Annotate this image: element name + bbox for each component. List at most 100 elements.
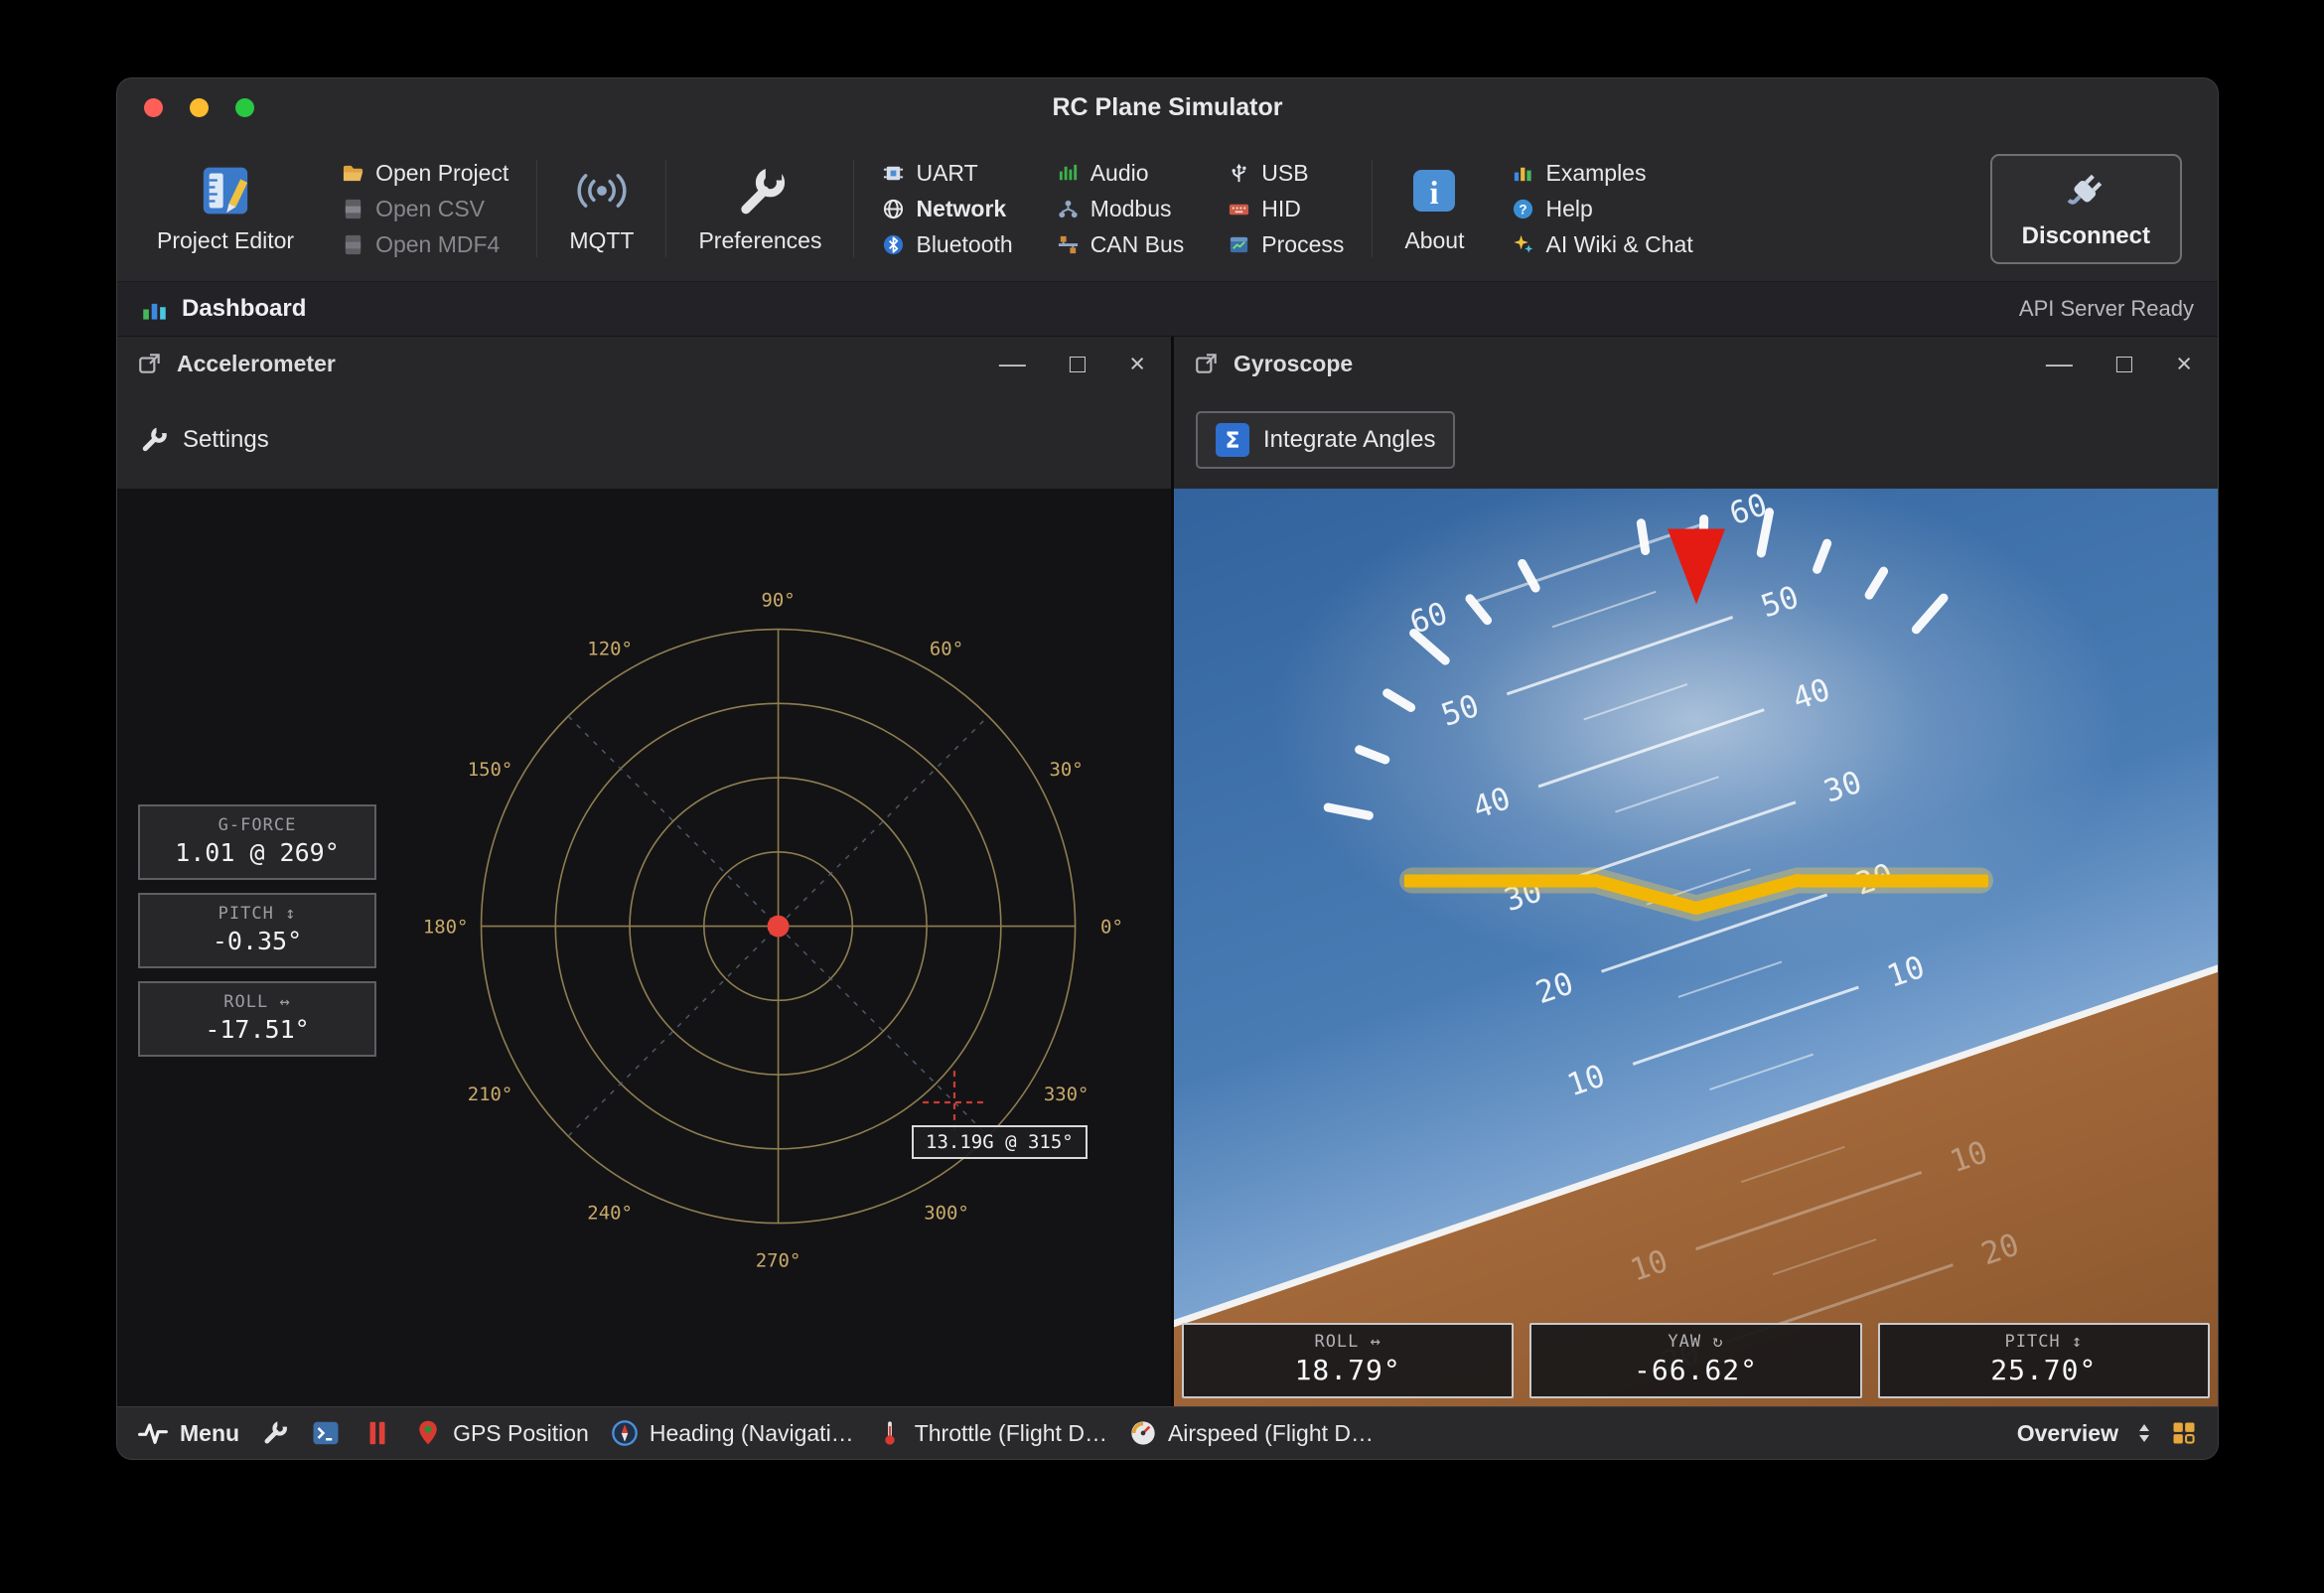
close-panel-icon[interactable]: × — [1129, 351, 1145, 377]
ai-wiki-chat-button[interactable]: AI Wiki & Chat — [1512, 231, 1692, 258]
close-panel-icon[interactable]: × — [2176, 351, 2192, 377]
mqtt-label: MQTT — [569, 227, 634, 254]
attitude-indicator: 10102020303040405050606010102020 — [1174, 489, 2218, 1406]
minimize-panel-icon[interactable]: — — [999, 351, 1026, 377]
gyroscope-toolbar: Σ Integrate Angles — [1174, 390, 2218, 489]
canbus-button[interactable]: CAN Bus — [1057, 231, 1185, 258]
tools-wrench-icon[interactable] — [261, 1419, 289, 1447]
heading-item[interactable]: Heading (Navigati… — [611, 1419, 854, 1447]
layout-grid-icon[interactable] — [2170, 1419, 2198, 1447]
ai-wiki-chat-label: AI Wiki & Chat — [1545, 231, 1692, 258]
open-csv-button[interactable]: Open CSV — [342, 196, 508, 222]
thermometer-icon — [876, 1419, 904, 1447]
main-toolbar: Project Editor Open Project Open CSV Ope… — [117, 136, 2218, 281]
mqtt-button[interactable]: MQTT — [543, 163, 659, 254]
heading-label: Heading (Navigati… — [650, 1420, 854, 1447]
yaw-value: -66.62° — [1531, 1354, 1859, 1386]
overview-controls: Overview — [2017, 1419, 2198, 1447]
open-project-label: Open Project — [375, 160, 508, 187]
bluetooth-button[interactable]: Bluetooth — [882, 231, 1012, 258]
sigma-icon: Σ — [1216, 423, 1249, 457]
maximize-panel-icon[interactable]: □ — [2116, 351, 2132, 377]
examples-chart-icon — [1512, 162, 1534, 185]
popout-icon — [1194, 351, 1220, 376]
about-info-icon: i — [1406, 163, 1462, 218]
close-window-button[interactable] — [144, 98, 163, 117]
preferences-button[interactable]: Preferences — [672, 163, 847, 254]
roll-readout: ROLL ↔ 18.79° — [1182, 1323, 1514, 1398]
pitch-readout: PITCH ↕ 25.70° — [1878, 1323, 2210, 1398]
wrench-icon — [732, 163, 788, 218]
accelerometer-header[interactable]: Accelerometer — □ × — [117, 337, 1171, 390]
uart-label: UART — [916, 160, 977, 187]
audio-equalizer-icon — [1057, 162, 1080, 185]
uart-button[interactable]: UART — [882, 160, 1012, 187]
gyroscope-header[interactable]: Gyroscope — □ × — [1174, 337, 2218, 390]
gyroscope-panel: Gyroscope — □ × Σ Integrate Angles — [1174, 337, 2218, 1406]
settings-button[interactable]: Settings — [139, 425, 269, 455]
maximize-panel-icon[interactable]: □ — [1070, 351, 1086, 377]
menu-button[interactable]: Menu — [137, 1417, 239, 1449]
roll-value: -17.51° — [140, 1015, 374, 1044]
plug-icon — [2061, 166, 2110, 216]
popout-icon — [137, 351, 163, 376]
network-button[interactable]: Network — [882, 196, 1012, 222]
help-button[interactable]: ? Help — [1512, 196, 1692, 222]
gforce-value: 1.01 @ 269° — [140, 838, 374, 867]
svg-text:Σ: Σ — [1225, 429, 1239, 454]
settings-label: Settings — [183, 426, 269, 454]
svg-text:30°: 30° — [1050, 759, 1084, 781]
airspeed-item[interactable]: Airspeed (Flight D… — [1129, 1419, 1374, 1447]
sort-updown-icon[interactable] — [2132, 1421, 2156, 1445]
throttle-item[interactable]: Throttle (Flight D… — [876, 1419, 1107, 1447]
svg-text:300°: 300° — [924, 1203, 969, 1225]
about-button[interactable]: i About — [1379, 163, 1490, 254]
minimize-window-button[interactable] — [190, 98, 209, 117]
help-icon: ? — [1512, 198, 1534, 220]
modbus-nodes-icon — [1057, 198, 1080, 220]
roll-readout: ROLL ↔ -17.51° — [138, 981, 376, 1057]
audio-label: Audio — [1090, 160, 1149, 187]
titlebar[interactable]: RC Plane Simulator — [117, 78, 2218, 136]
open-mdf4-label: Open MDF4 — [375, 231, 500, 258]
folder-icon — [342, 162, 364, 185]
svg-text:330°: 330° — [1044, 1084, 1089, 1105]
preferences-label: Preferences — [698, 227, 821, 254]
svg-text:0°: 0° — [1100, 917, 1123, 939]
toolbar-separator — [853, 160, 854, 257]
status-bar: Menu GPS Position Heading (Navigati… Thr… — [117, 1406, 2218, 1459]
roll-label: ROLL ↔ — [140, 992, 374, 1012]
process-window-icon — [1228, 233, 1250, 256]
accelerometer-readouts: G-FORCE 1.01 @ 269° PITCH ↕ -0.35° ROLL … — [138, 804, 376, 1057]
project-editor-button[interactable]: Project Editor — [131, 163, 320, 254]
disconnect-button[interactable]: Disconnect — [1990, 154, 2182, 264]
dashboard-chart-icon — [141, 296, 168, 323]
pause-icon[interactable] — [363, 1418, 392, 1448]
examples-button[interactable]: Examples — [1512, 160, 1692, 187]
usb-button[interactable]: USB — [1228, 160, 1344, 187]
zoom-window-button[interactable] — [235, 98, 254, 117]
open-project-button[interactable]: Open Project — [342, 160, 508, 187]
audio-button[interactable]: Audio — [1057, 160, 1185, 187]
integrate-angles-label: Integrate Angles — [1263, 426, 1435, 454]
svg-text:120°: 120° — [587, 638, 633, 659]
compass-icon — [611, 1419, 639, 1447]
hid-button[interactable]: HID — [1228, 196, 1344, 222]
pitch-readout: PITCH ↕ -0.35° — [138, 893, 376, 968]
accelerometer-toolbar: Settings — [117, 390, 1171, 489]
modbus-label: Modbus — [1090, 196, 1172, 222]
svg-text:i: i — [1430, 176, 1439, 212]
minimize-panel-icon[interactable]: — — [2046, 351, 2073, 377]
terminal-icon[interactable] — [311, 1418, 341, 1448]
gps-position-item[interactable]: GPS Position — [414, 1419, 589, 1447]
open-mdf4-button[interactable]: Open MDF4 — [342, 231, 508, 258]
integrate-angles-button[interactable]: Σ Integrate Angles — [1196, 411, 1455, 469]
svg-text:240°: 240° — [587, 1203, 633, 1225]
yaw-readout: YAW ↻ -66.62° — [1529, 1323, 1861, 1398]
canbus-label: CAN Bus — [1090, 231, 1185, 258]
network-label: Network — [916, 196, 1006, 222]
modbus-button[interactable]: Modbus — [1057, 196, 1185, 222]
process-button[interactable]: Process — [1228, 231, 1344, 258]
traffic-lights — [144, 78, 254, 136]
usb-icon — [1228, 162, 1250, 185]
